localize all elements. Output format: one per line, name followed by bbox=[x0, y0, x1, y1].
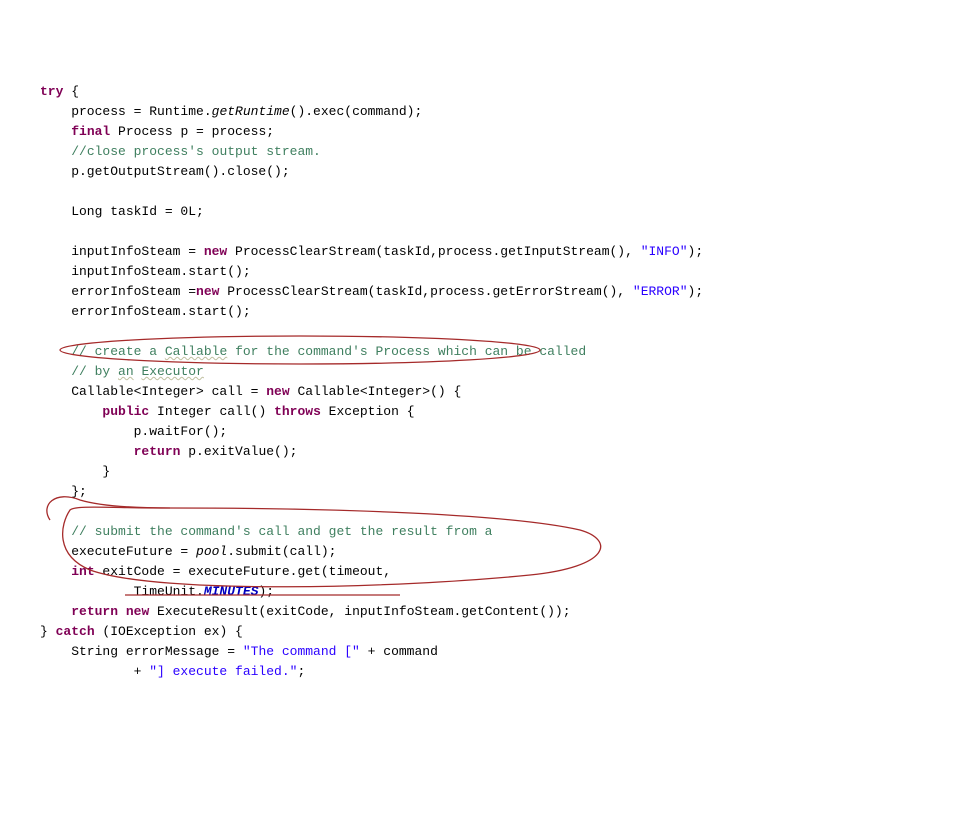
code-line: }; bbox=[40, 484, 87, 499]
code-line: errorInfoSteam.start(); bbox=[40, 304, 251, 319]
code-line: } bbox=[40, 624, 56, 639]
constant-minutes: MINUTES bbox=[204, 584, 259, 599]
keyword-return: return bbox=[71, 604, 118, 619]
keyword-try: try bbox=[40, 84, 63, 99]
code-line: } bbox=[40, 464, 110, 479]
code-line: + bbox=[40, 664, 149, 679]
string-literal: "The command [" bbox=[243, 644, 360, 659]
string-literal: "] execute failed." bbox=[149, 664, 297, 679]
keyword-new: new bbox=[204, 244, 227, 259]
keyword-public: public bbox=[102, 404, 149, 419]
string-literal: "INFO" bbox=[641, 244, 688, 259]
code-line: p.getOutputStream().close(); bbox=[40, 164, 290, 179]
code-line: TimeUnit. bbox=[40, 584, 204, 599]
comment: // create a Callable for the command's P… bbox=[71, 344, 586, 359]
string-literal: "ERROR" bbox=[633, 284, 688, 299]
keyword-catch: catch bbox=[56, 624, 95, 639]
code-line: inputInfoSteam = bbox=[40, 244, 204, 259]
keyword-new: new bbox=[126, 604, 149, 619]
keyword-new: new bbox=[266, 384, 289, 399]
code-line: Long taskId = 0L; bbox=[40, 204, 204, 219]
code-line: executeFuture = bbox=[40, 544, 196, 559]
code-line: String errorMessage = bbox=[40, 644, 243, 659]
keyword-final: final bbox=[71, 124, 110, 139]
method-getRuntime: getRuntime bbox=[212, 104, 290, 119]
keyword-new: new bbox=[196, 284, 219, 299]
keyword-throws: throws bbox=[274, 404, 321, 419]
field-pool: pool bbox=[196, 544, 227, 559]
keyword-int: int bbox=[71, 564, 94, 579]
comment: //close process's output stream. bbox=[71, 144, 321, 159]
comment: // submit the command's call and get the… bbox=[71, 524, 492, 539]
code-block: try { process = Runtime.getRuntime().exe… bbox=[40, 82, 969, 682]
code-line: errorInfoSteam = bbox=[40, 284, 196, 299]
code-line: inputInfoSteam.start(); bbox=[40, 264, 251, 279]
keyword-return: return bbox=[134, 444, 181, 459]
code-line: p.waitFor(); bbox=[40, 424, 227, 439]
code-line: Callable<Integer> call = bbox=[40, 384, 266, 399]
comment: // by an Executor bbox=[71, 364, 204, 379]
code-line: process = Runtime. bbox=[40, 104, 212, 119]
